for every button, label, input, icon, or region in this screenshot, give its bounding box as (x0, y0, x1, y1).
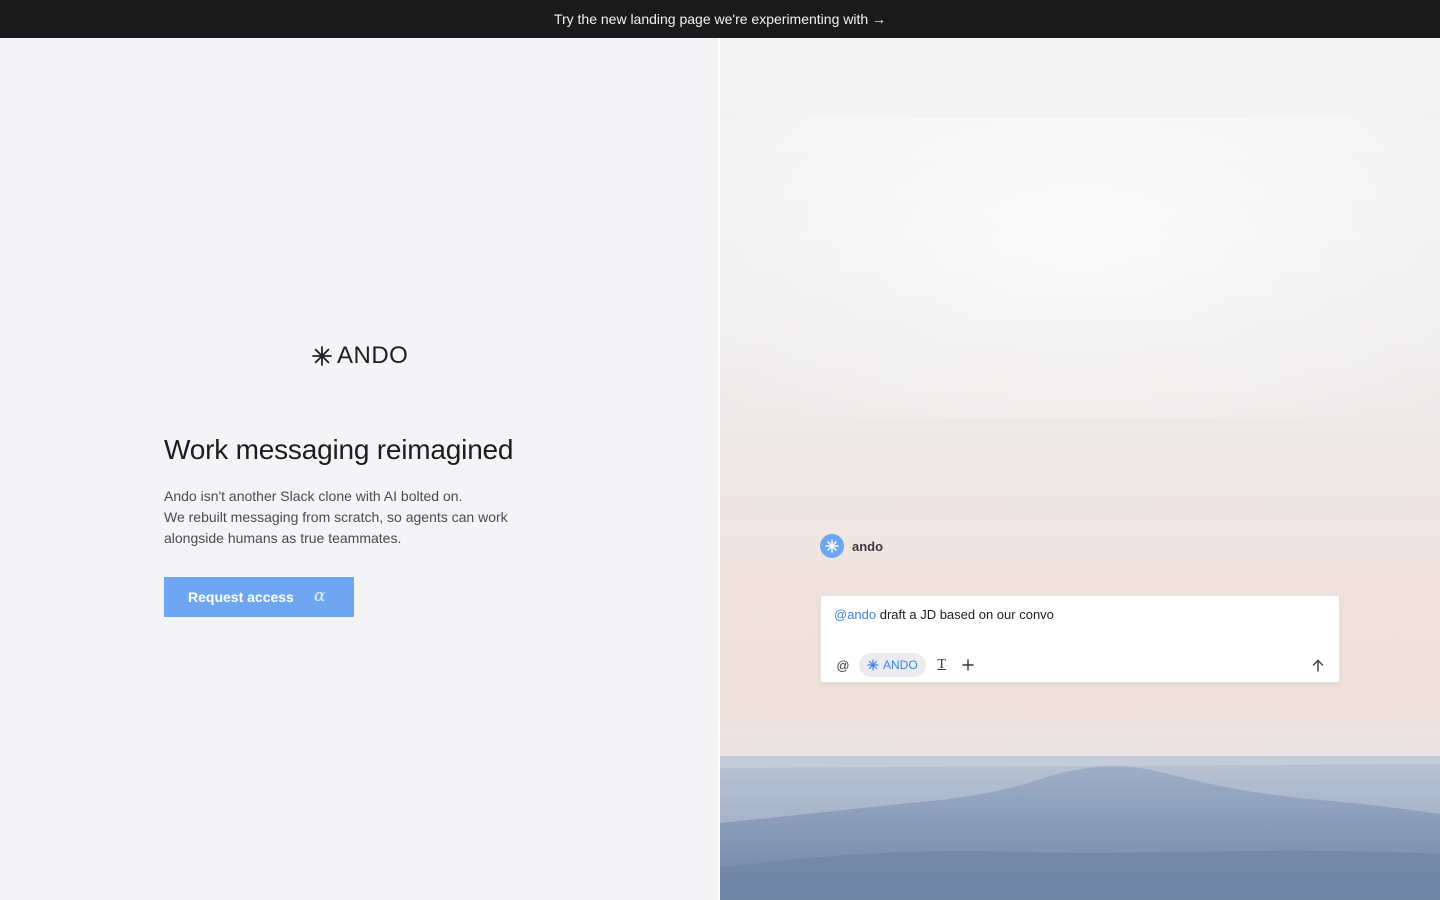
mention-button[interactable]: @ (833, 654, 853, 676)
announcement-banner[interactable]: Try the new landing page we're experimen… (0, 0, 1440, 38)
mention-tag: @ando (834, 607, 877, 622)
mist-background (720, 118, 1440, 418)
text-format-button[interactable]: T (932, 654, 952, 676)
add-attachment-button[interactable] (958, 654, 978, 676)
brand-name: ANDO (337, 342, 409, 369)
request-access-button[interactable]: Request access α (164, 577, 354, 617)
announcement-link[interactable]: Try the new landing page we're experimen… (554, 11, 886, 27)
plus-icon (961, 659, 974, 671)
agent-header: ando (820, 534, 883, 558)
agent-name: ando (852, 538, 884, 554)
description-line: alongside humans as true teammates. (164, 530, 402, 546)
send-button[interactable] (1307, 654, 1329, 676)
brand-logo[interactable]: ANDO (311, 342, 408, 370)
asterisk-icon (825, 539, 839, 553)
asterisk-icon (867, 659, 879, 671)
composer-toolbar: @ ANDO T (833, 653, 978, 677)
message-input[interactable]: @ando draft a JD based on our convo (834, 607, 1054, 622)
agent-chip-label: ANDO (883, 658, 918, 672)
preview-panel: ando @ando draft a JD based on our convo… (720, 38, 1440, 900)
page-title: Work messaging reimagined (164, 434, 514, 465)
hero-panel: ANDO Work messaging reimagined Ando isn'… (0, 38, 719, 900)
mountain-landscape (720, 756, 1440, 900)
arrow-up-icon (1312, 659, 1324, 672)
agent-avatar (820, 534, 844, 558)
asterisk-icon (312, 346, 332, 366)
request-access-label: Request access (188, 589, 294, 605)
description-line: We rebuilt messaging from scratch, so ag… (164, 509, 508, 525)
hero-description: Ando isn't another Slack clone with AI b… (164, 486, 564, 549)
message-text: draft a JD based on our convo (876, 607, 1054, 622)
agent-chip[interactable]: ANDO (859, 653, 926, 677)
message-composer[interactable]: @ando draft a JD based on our convo @ AN… (820, 595, 1340, 683)
description-line: Ando isn't another Slack clone with AI b… (164, 488, 463, 504)
alpha-badge: α (314, 586, 326, 606)
